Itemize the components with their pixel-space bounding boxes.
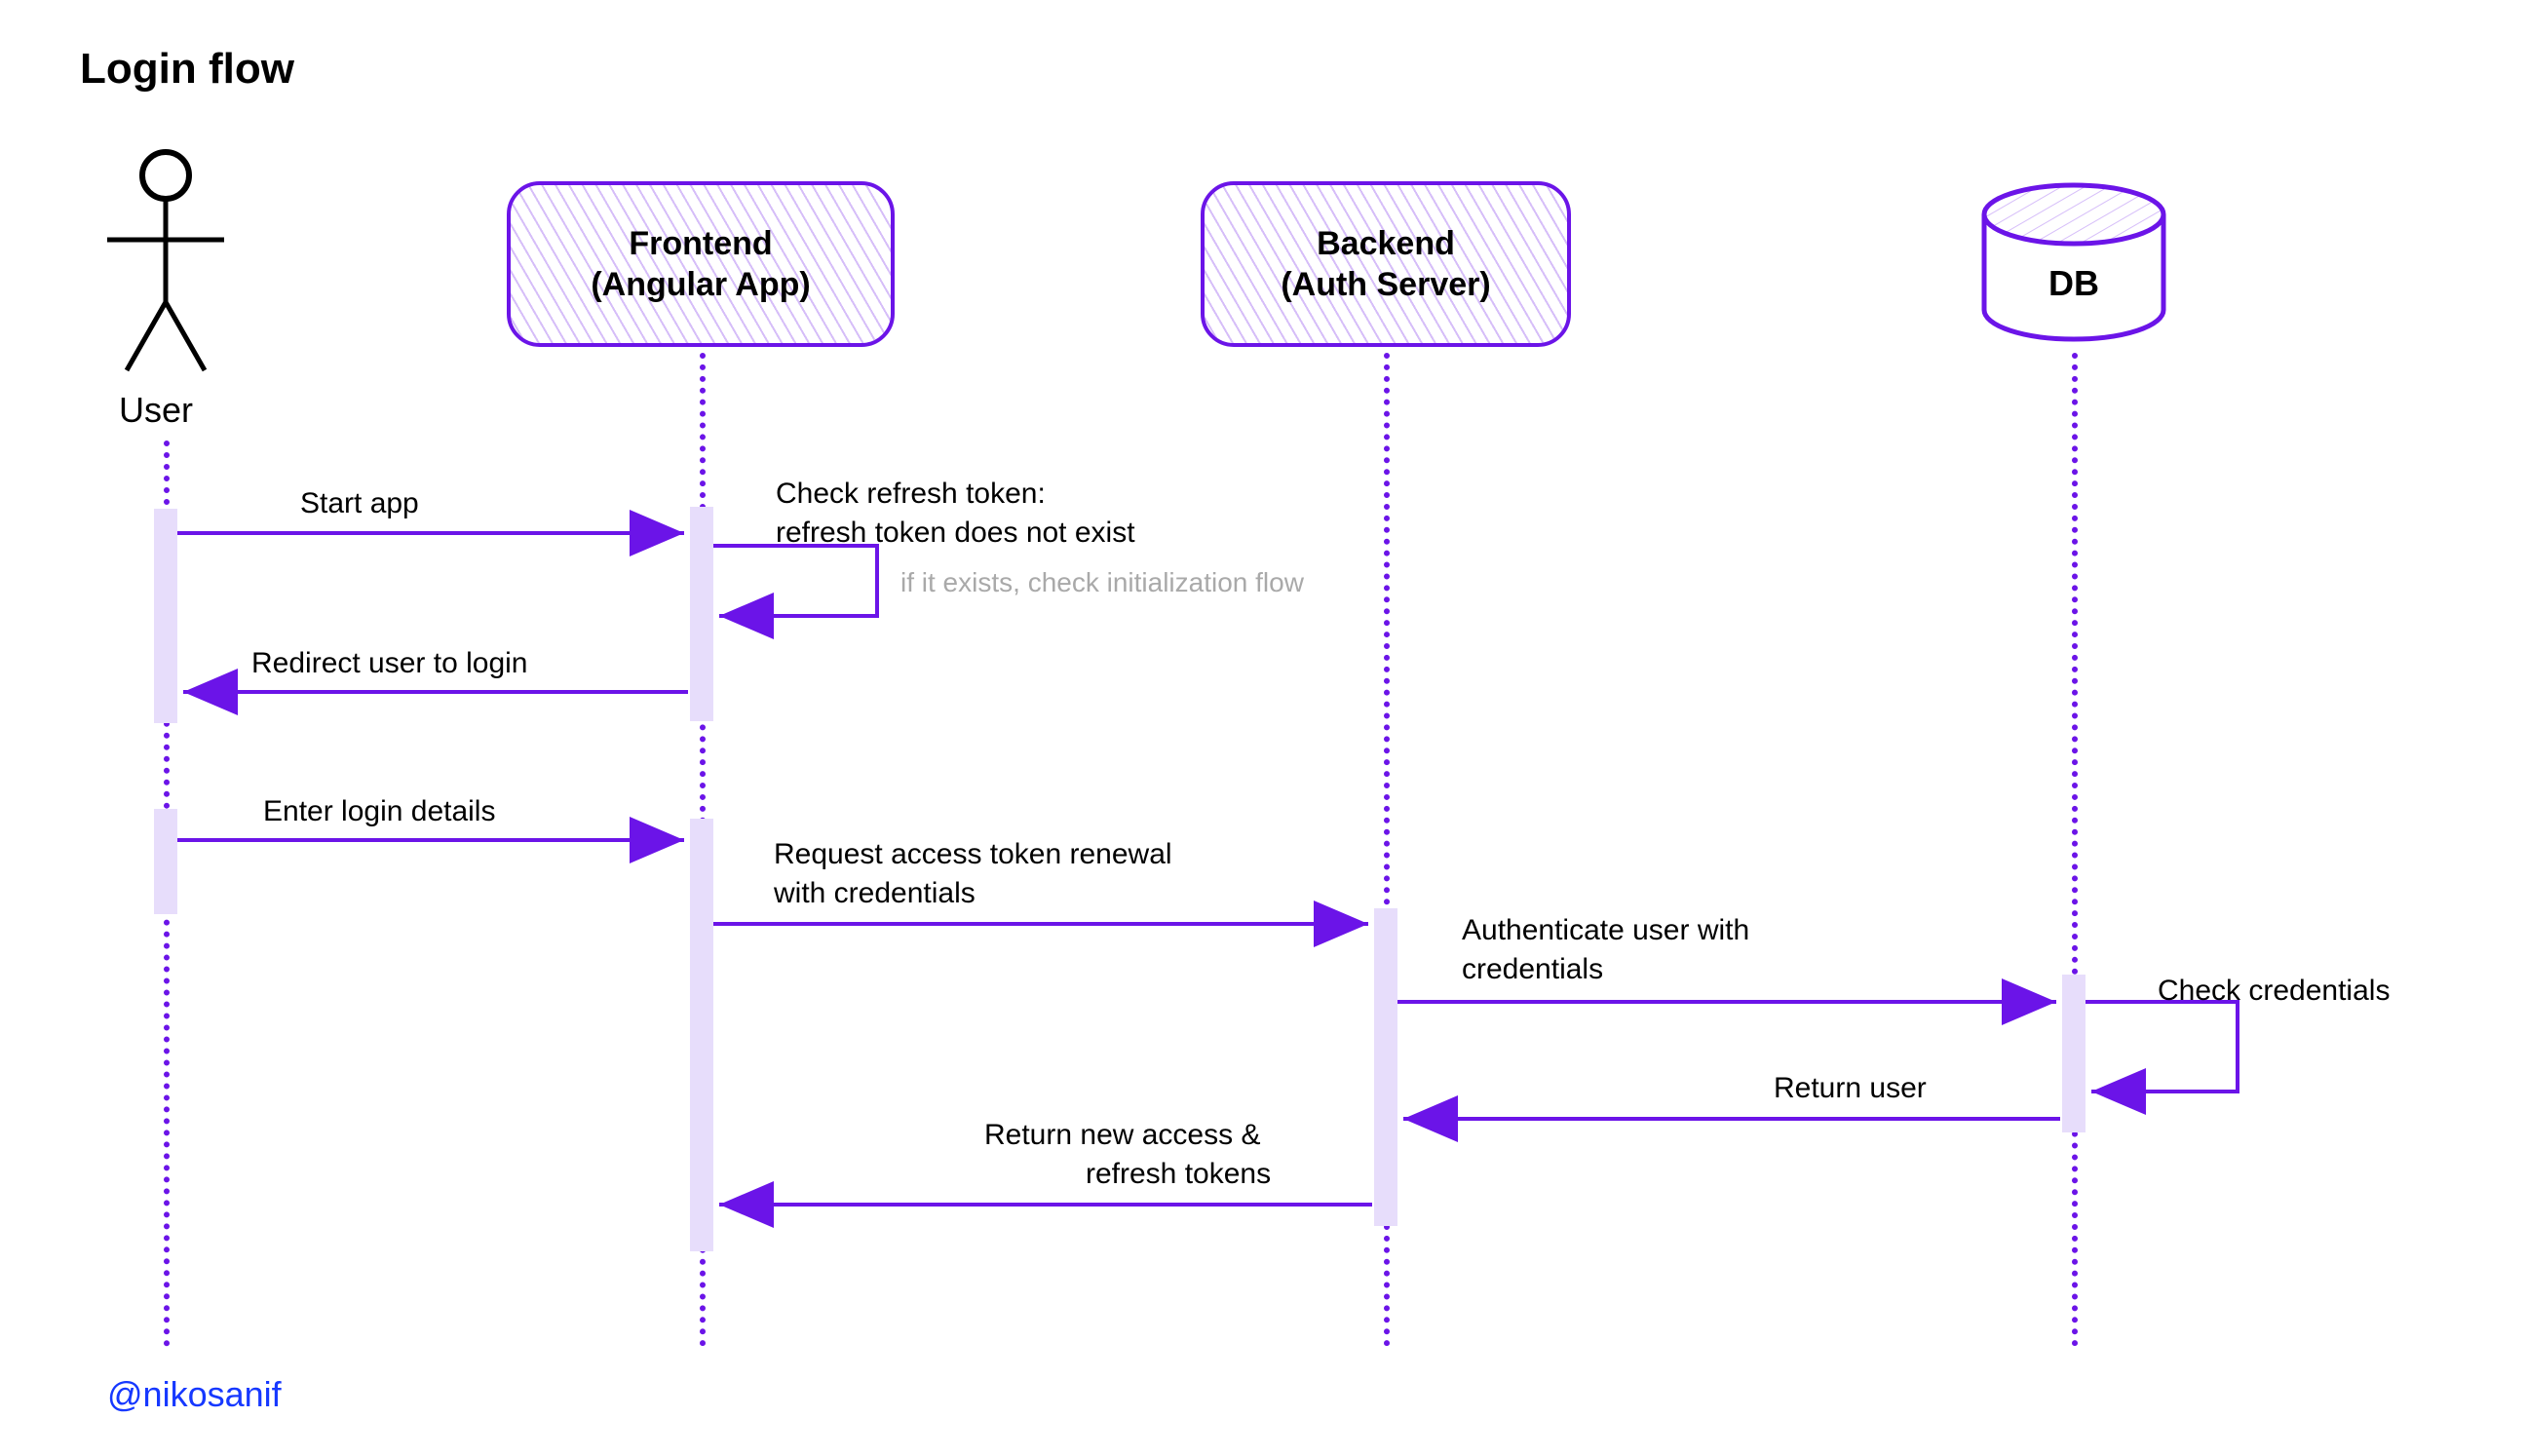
participant-frontend-line1: Frontend xyxy=(629,225,772,262)
msg-check-refresh-2: refresh token does not exist xyxy=(776,517,1135,550)
activation-frontend-1 xyxy=(690,507,713,721)
msg-check-refresh-1: Check refresh token: xyxy=(776,478,1046,511)
msg-redirect: Redirect user to login xyxy=(251,647,527,680)
attribution: @nikosanif xyxy=(107,1374,282,1415)
msg-request-token-1: Request access token renewal xyxy=(774,838,1172,871)
activation-db xyxy=(2062,975,2086,1132)
msg-check-refresh-note: if it exists, check initialization flow xyxy=(900,567,1304,598)
msg-return-user: Return user xyxy=(1774,1072,1927,1105)
participant-frontend: Frontend (Angular App) xyxy=(507,181,895,347)
participant-db-label: DB xyxy=(1976,263,2171,304)
participant-db: DB xyxy=(1976,181,2171,345)
diagram-title: Login flow xyxy=(80,45,294,94)
activation-user-1 xyxy=(154,509,177,723)
activation-user-2 xyxy=(154,809,177,914)
msg-enter-login: Enter login details xyxy=(263,795,495,828)
participant-frontend-line2: (Angular App) xyxy=(591,266,810,303)
msg-return-tokens-1: Return new access & xyxy=(984,1119,1260,1152)
sequence-diagram: Login flow User Frontend (Angular App) B… xyxy=(0,0,2526,1456)
msg-return-tokens-2: refresh tokens xyxy=(1086,1158,1271,1191)
activation-frontend-2 xyxy=(690,819,713,1251)
participant-backend: Backend (Auth Server) xyxy=(1201,181,1571,347)
actor-user-label: User xyxy=(119,390,193,431)
lifeline-db xyxy=(2072,353,2078,1347)
msg-request-token-2: with credentials xyxy=(774,877,976,910)
msg-auth-1: Authenticate user with xyxy=(1462,914,1749,947)
participant-backend-line2: (Auth Server) xyxy=(1281,266,1490,303)
msg-auth-2: credentials xyxy=(1462,953,1603,986)
activation-backend xyxy=(1374,908,1397,1226)
msg-start-app: Start app xyxy=(300,487,419,520)
participant-backend-line1: Backend xyxy=(1317,225,1455,262)
msg-check-creds: Check credentials xyxy=(2158,975,2390,1008)
